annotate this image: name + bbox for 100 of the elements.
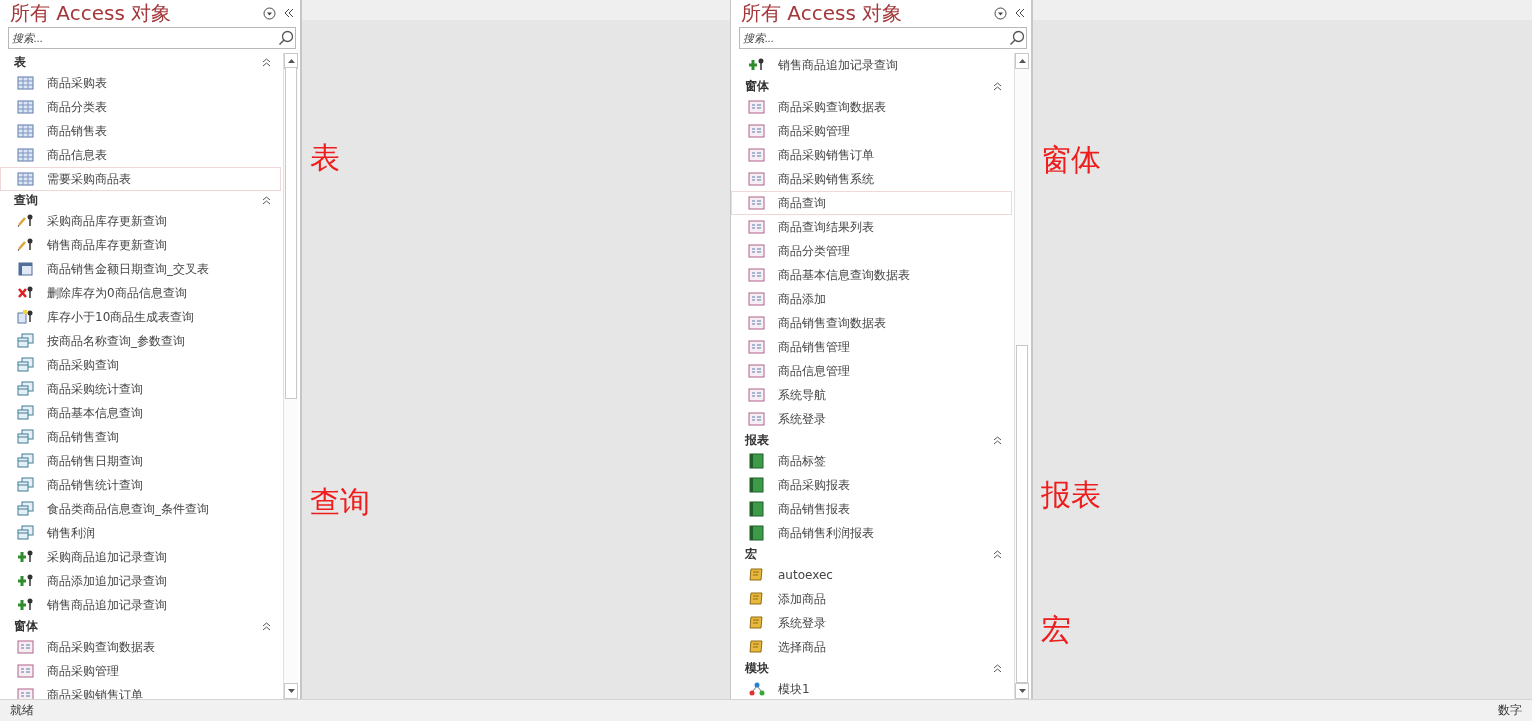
scroll-icon xyxy=(748,567,766,583)
object-item[interactable]: 销售商品追加记录查询 xyxy=(0,593,281,617)
object-item[interactable]: 商品添加追加记录查询 xyxy=(0,569,281,593)
object-item[interactable]: 商品采购销售系统 xyxy=(731,167,1012,191)
object-label: 商品销售报表 xyxy=(778,500,850,518)
form-icon xyxy=(17,663,35,679)
scrollbar[interactable] xyxy=(1014,53,1029,699)
scroll-thumb[interactable] xyxy=(285,67,297,399)
object-item[interactable]: autoexec xyxy=(731,563,1012,587)
dropdown-icon[interactable] xyxy=(994,6,1007,20)
object-item[interactable]: 商品采购报表 xyxy=(731,473,1012,497)
object-item[interactable]: 商品销售日期查询 xyxy=(0,449,281,473)
group-header[interactable]: 查询 xyxy=(0,191,283,209)
object-item[interactable]: 商品查询结果列表 xyxy=(731,215,1012,239)
object-item[interactable]: 商品销售利润报表 xyxy=(731,521,1012,545)
group-header[interactable]: 表 xyxy=(0,53,283,71)
collapse-icon[interactable] xyxy=(993,81,1002,91)
object-item[interactable]: 商品销售报表 xyxy=(731,497,1012,521)
object-label: 商品采购统计查询 xyxy=(47,380,143,398)
scroll-down-button[interactable] xyxy=(284,683,298,699)
object-item[interactable]: 商品信息管理 xyxy=(731,359,1012,383)
object-label: 商品采购管理 xyxy=(47,662,119,680)
object-item[interactable]: 销售商品追加记录查询 xyxy=(731,53,1012,77)
object-item[interactable]: 商品销售查询数据表 xyxy=(731,311,1012,335)
object-item[interactable]: 商品信息表 xyxy=(0,143,281,167)
object-label: 商品基本信息查询 xyxy=(47,404,143,422)
object-item[interactable]: 商品销售管理 xyxy=(731,335,1012,359)
object-item[interactable]: 食品类商品信息查询_条件查询 xyxy=(0,497,281,521)
scroll-thumb[interactable] xyxy=(1016,345,1028,683)
scrollbar[interactable] xyxy=(283,53,298,699)
object-item[interactable]: 商品销售金额日期查询_交叉表 xyxy=(0,257,281,281)
object-item[interactable]: 商品采购查询数据表 xyxy=(731,95,1012,119)
object-label: 商品添加 xyxy=(778,290,826,308)
object-item[interactable]: 库存小于10商品生成表查询 xyxy=(0,305,281,329)
object-item[interactable]: 商品采购查询数据表 xyxy=(0,635,281,659)
object-item[interactable]: 系统登录 xyxy=(731,611,1012,635)
object-item[interactable]: 系统导航 xyxy=(731,383,1012,407)
object-label: 商品分类表 xyxy=(47,98,107,116)
collapse-icon[interactable] xyxy=(262,621,271,631)
append-query-icon xyxy=(17,597,35,613)
object-item[interactable]: 销售商品库存更新查询 xyxy=(0,233,281,257)
object-label: 系统登录 xyxy=(778,614,826,632)
group-header[interactable]: 窗体 xyxy=(731,77,1014,95)
dropdown-icon[interactable] xyxy=(263,6,276,20)
object-label: 采购商品库存更新查询 xyxy=(47,212,167,230)
collapse-icon[interactable] xyxy=(993,549,1002,559)
object-item[interactable]: 商品采购查询 xyxy=(0,353,281,377)
query-icon xyxy=(17,333,35,349)
collapse-icon[interactable] xyxy=(262,195,271,205)
object-item[interactable]: 采购商品追加记录查询 xyxy=(0,545,281,569)
object-item[interactable]: 商品分类表 xyxy=(0,95,281,119)
collapse-icon[interactable] xyxy=(993,663,1002,673)
collapse-pane-icon[interactable] xyxy=(1015,8,1025,18)
object-label: 库存小于10商品生成表查询 xyxy=(47,308,195,326)
form-icon xyxy=(748,195,766,211)
object-item[interactable]: 商品销售表 xyxy=(0,119,281,143)
object-item[interactable]: 商品标签 xyxy=(731,449,1012,473)
object-item[interactable]: 删除库存为0商品信息查询 xyxy=(0,281,281,305)
object-item[interactable]: 商品基本信息查询数据表 xyxy=(731,263,1012,287)
object-item[interactable]: 销售利润 xyxy=(0,521,281,545)
object-label: 选择商品 xyxy=(778,638,826,656)
collapse-icon[interactable] xyxy=(262,57,271,67)
pane-title: 所有 Access 对象 xyxy=(741,0,904,27)
object-label: autoexec xyxy=(778,568,833,582)
object-item[interactable]: 按商品名称查询_参数查询 xyxy=(0,329,281,353)
object-item[interactable]: 采购商品库存更新查询 xyxy=(0,209,281,233)
query-icon xyxy=(17,405,35,421)
scroll-up-button[interactable] xyxy=(1015,53,1029,69)
group-header[interactable]: 宏 xyxy=(731,545,1014,563)
scroll-down-button[interactable] xyxy=(1015,683,1029,699)
object-item[interactable]: 商品查询 xyxy=(731,191,1012,215)
object-item[interactable]: 系统登录 xyxy=(731,407,1012,431)
object-item[interactable]: 商品采购管理 xyxy=(731,119,1012,143)
table-icon xyxy=(17,171,35,187)
crosstab-icon xyxy=(17,261,35,277)
object-item[interactable]: 商品采购销售订单 xyxy=(731,143,1012,167)
object-item[interactable]: 商品销售统计查询 xyxy=(0,473,281,497)
object-item[interactable]: 需要采购商品表 xyxy=(0,167,281,191)
object-item[interactable]: 商品基本信息查询 xyxy=(0,401,281,425)
group-header[interactable]: 窗体 xyxy=(0,617,283,635)
object-item[interactable]: 商品采购管理 xyxy=(0,659,281,683)
query-icon xyxy=(17,429,35,445)
object-item[interactable]: 模块1 xyxy=(731,677,1012,699)
query-icon xyxy=(17,477,35,493)
object-item[interactable]: 商品采购表 xyxy=(0,71,281,95)
pencil-query-icon xyxy=(17,237,35,253)
object-item[interactable]: 商品销售查询 xyxy=(0,425,281,449)
group-header[interactable]: 报表 xyxy=(731,431,1014,449)
group-header[interactable]: 模块 xyxy=(731,659,1014,677)
group-label: 窗体 xyxy=(14,617,39,635)
object-item[interactable]: 选择商品 xyxy=(731,635,1012,659)
table-icon xyxy=(17,123,35,139)
object-item[interactable]: 商品分类管理 xyxy=(731,239,1012,263)
collapse-pane-icon[interactable] xyxy=(284,8,294,18)
object-item[interactable]: 添加商品 xyxy=(731,587,1012,611)
collapse-icon[interactable] xyxy=(993,435,1002,445)
object-label: 按商品名称查询_参数查询 xyxy=(47,332,185,350)
object-item[interactable]: 商品采购统计查询 xyxy=(0,377,281,401)
object-item[interactable]: 商品添加 xyxy=(731,287,1012,311)
object-label: 系统登录 xyxy=(778,410,826,428)
